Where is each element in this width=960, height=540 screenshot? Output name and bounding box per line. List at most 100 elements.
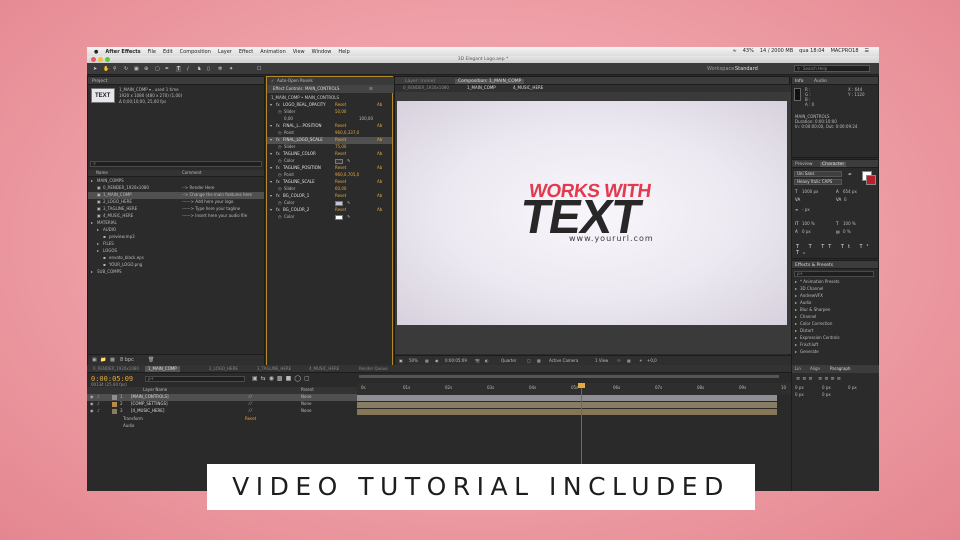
space-before[interactable]: 0 px xyxy=(795,393,804,397)
hand-tool-icon[interactable]: ✋ xyxy=(103,66,109,72)
project-item[interactable]: ▸ MAIN_COMPS xyxy=(88,178,264,185)
auto-open-checkbox[interactable]: ✓ xyxy=(271,79,274,83)
snapshot-icon[interactable]: 📷 xyxy=(475,359,480,363)
fx-badge[interactable]: fx xyxy=(276,152,280,156)
disclosure-triangle-icon[interactable]: ▸ xyxy=(795,350,797,354)
zoom-select[interactable]: 50% xyxy=(409,359,418,363)
eyedropper-icon[interactable]: ✎ xyxy=(347,215,350,219)
timeline-layer-row[interactable]: ◉ ♪ 3 [4_MUSIC_HERE] ⁄ ⁄ None xyxy=(87,408,357,415)
effect-row[interactable]: ▾ fx FINAL_L...POSITION Reset Ab xyxy=(267,123,392,130)
effect-reset-button[interactable]: Reset xyxy=(335,180,346,184)
effect-property-row[interactable]: ◷ Point 960,0,337,0 xyxy=(267,130,392,137)
project-item[interactable]: ▸ FILES xyxy=(88,241,264,248)
menu-view[interactable]: View xyxy=(293,49,305,55)
disclosure-triangle-icon[interactable]: ▸ xyxy=(795,301,797,305)
fx-badge[interactable]: fx xyxy=(276,103,280,107)
col-parent[interactable]: Parent xyxy=(301,388,314,392)
interpret-footage-icon[interactable]: ▣ xyxy=(92,358,97,363)
zoom-window-button[interactable] xyxy=(105,57,110,62)
region-of-interest-icon[interactable]: ▢ xyxy=(527,359,531,363)
leading-value[interactable]: 654 px xyxy=(843,190,857,194)
eyedropper-icon[interactable]: ✒ xyxy=(848,173,852,178)
label-color-swatch[interactable] xyxy=(112,402,117,407)
layer-name[interactable]: [4_MUSIC_HERE] xyxy=(131,409,164,413)
effect-about-button[interactable]: Ab xyxy=(377,138,382,142)
disclosure-triangle-icon[interactable]: ▾ xyxy=(270,103,272,107)
visibility-eye-icon[interactable]: ◉ xyxy=(90,395,94,399)
color-swatch[interactable] xyxy=(335,159,343,164)
effect-about-button[interactable]: Ab xyxy=(377,152,382,156)
indent-right[interactable]: 0 px xyxy=(822,386,831,390)
effect-about-button[interactable]: Ab xyxy=(377,166,382,170)
project-item[interactable]: ▸ AUDIO xyxy=(88,227,264,234)
audio-group[interactable]: Audio xyxy=(123,424,134,428)
timeline-tab-tagline[interactable]: 3_TAGLINE_HERE xyxy=(257,367,291,371)
project-item[interactable]: ▸ SUB_COMPS xyxy=(88,269,264,276)
property-value[interactable]: 960,0,337,0 xyxy=(335,131,359,135)
timeline-search-field[interactable]: ρ+ xyxy=(145,376,245,382)
clone-stamp-tool-icon[interactable]: ♞ xyxy=(197,66,201,72)
snap-icon[interactable]: ☐ xyxy=(257,66,261,72)
effect-row[interactable]: ▾ fx TAGLINE_COLOR Reset Ab xyxy=(267,151,392,158)
user-name[interactable]: MACPRO18 xyxy=(831,48,859,54)
new-comp-icon[interactable]: ▩ xyxy=(110,358,115,363)
character-tab[interactable]: Character xyxy=(820,162,847,167)
text-style-buttons[interactable]: T T TT Tt T¹ T₁ xyxy=(796,244,878,256)
timeline-tab-render[interactable]: 0_RENDER_1920x1080 xyxy=(93,367,139,371)
parent-select[interactable]: None xyxy=(301,409,311,413)
disclosure-triangle-icon[interactable]: ▸ xyxy=(795,294,797,298)
menu-layer[interactable]: Layer xyxy=(218,49,232,55)
parent-select[interactable]: None xyxy=(301,402,311,406)
effect-row[interactable]: ▾ fx BG_COLOR_1 Reset Ab xyxy=(267,193,392,200)
crumb-music[interactable]: 4_MUSIC_HERE xyxy=(513,86,543,90)
fx-badge[interactable]: fx xyxy=(276,124,280,128)
eyedropper-icon[interactable]: ✎ xyxy=(347,159,350,163)
effect-about-button[interactable]: Ab xyxy=(377,208,382,212)
time-ruler[interactable]: 0s 01s 02s 03s 04s 05s 06s 07s 08s 09s 10 xyxy=(357,383,791,395)
project-item[interactable]: ▣ 4_MUSIC_HERE ------> Insert here your au… xyxy=(88,213,264,220)
effect-reset-button[interactable]: Reset xyxy=(335,152,346,156)
effect-row[interactable]: ▾ fx LOGO_REAL_OPACITY Reset Ab xyxy=(267,102,392,109)
fx-badge[interactable]: fx xyxy=(276,180,280,184)
crumb-render[interactable]: 0_RENDER_1920x1080 xyxy=(403,86,449,90)
project-item[interactable]: ▸ LOGOS xyxy=(88,248,264,255)
effect-reset-button[interactable]: Reset xyxy=(335,166,346,170)
paragraph-align-buttons[interactable]: ≡≡≡ ≡≡≡≡ xyxy=(796,376,843,382)
apple-icon[interactable]: ● xyxy=(94,49,98,55)
transform-reset[interactable]: Reset xyxy=(245,417,256,421)
stopwatch-icon[interactable]: ◷ xyxy=(278,215,282,219)
effect-reset-button[interactable]: Reset xyxy=(335,194,346,198)
font-family-select[interactable]: Uni Sans xyxy=(794,171,842,177)
effect-reset-button[interactable]: Reset xyxy=(335,208,346,212)
effect-row[interactable]: ▾ fx BG_COLOR_2 Reset Ab xyxy=(267,207,392,214)
menu-window[interactable]: Window xyxy=(312,49,332,55)
disclosure-triangle-icon[interactable]: ▸ xyxy=(795,322,797,326)
fast-previews-icon[interactable]: ⚇ xyxy=(617,359,621,363)
effects-category-item[interactable]: ▸ 3D Channel xyxy=(794,286,874,293)
color-swatch[interactable] xyxy=(335,215,343,220)
menu-animation[interactable]: Animation xyxy=(260,49,286,55)
font-style-select[interactable]: Heavy Italic CAPS xyxy=(794,179,842,185)
wifi-icon[interactable]: ≈ xyxy=(733,48,737,54)
timeline-tab-music[interactable]: 4_MUSIC_HERE xyxy=(309,367,339,371)
exposure-icon[interactable]: ☀ xyxy=(639,359,643,363)
effect-property-row[interactable]: ◷ Color ✎ xyxy=(267,158,392,165)
visibility-eye-icon[interactable]: ◉ xyxy=(90,402,94,406)
effect-about-button[interactable]: Ab xyxy=(377,194,382,198)
timeline-layer-row[interactable]: ◉ ♪ 2 [COMP_SETTINGS] ⁄ ⁄ None xyxy=(87,401,357,408)
layer-switches-icon[interactable]: ⁄ ⁄ xyxy=(249,409,252,413)
rotate-tool-icon[interactable]: ↻ xyxy=(124,66,128,72)
align-tab[interactable]: Align xyxy=(810,367,820,371)
fx-badge[interactable]: fx xyxy=(276,138,280,142)
disclosure-triangle-icon[interactable]: ▸ xyxy=(795,343,797,347)
clock[interactable]: qua 18:04 xyxy=(799,48,824,54)
col-layer-name[interactable]: Layer Name xyxy=(143,388,167,392)
effect-property-row[interactable]: ◷ Slider 60,00 xyxy=(267,186,392,193)
layer-name[interactable]: [COMP_SETTINGS] xyxy=(131,402,168,406)
project-item[interactable]: ▪ YOUR_LOGO.png xyxy=(88,262,264,269)
stopwatch-icon[interactable]: ◷ xyxy=(278,201,282,205)
track-bar-music[interactable] xyxy=(357,409,777,415)
current-time[interactable]: 0:00:05:09 xyxy=(445,359,467,363)
rectangle-tool-icon[interactable]: ▢ xyxy=(155,66,160,72)
effects-category-item[interactable]: ▸ Generate xyxy=(794,349,874,356)
